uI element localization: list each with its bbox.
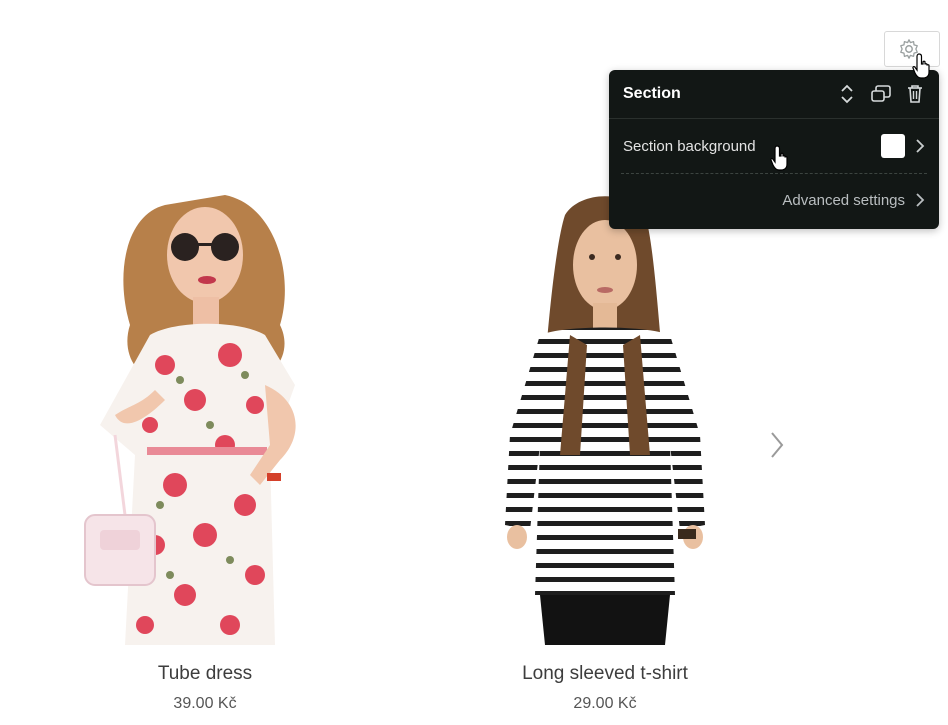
advanced-settings-link[interactable]: Advanced settings (609, 174, 939, 226)
duplicate-icon[interactable] (871, 84, 891, 104)
product-name[interactable]: Long sleeved t-shirt (455, 663, 755, 685)
gear-icon (900, 39, 918, 59)
chevron-right-icon (916, 139, 925, 153)
product-price: 29.00 Kč (573, 695, 637, 712)
product-price: 39.00 Kč (173, 695, 237, 712)
panel-header: Section (609, 70, 939, 119)
product-image-long-sleeved-t-shirt[interactable] (455, 185, 755, 645)
product-name[interactable]: Tube dress (55, 663, 355, 685)
advanced-settings-label: Advanced settings (782, 191, 905, 209)
section-settings-button[interactable] (884, 31, 940, 67)
panel-title: Section (623, 85, 681, 102)
trash-icon[interactable] (905, 84, 925, 104)
chevron-right-icon (771, 432, 784, 458)
reorder-arrows-icon[interactable] (837, 84, 857, 104)
section-settings-panel: Section Section background Advanced sett… (609, 70, 939, 229)
carousel-next-button[interactable] (762, 425, 792, 465)
product-image-tube-dress[interactable] (55, 185, 355, 645)
chevron-right-icon (916, 193, 925, 207)
section-background-row[interactable]: Section background (609, 119, 939, 173)
background-color-swatch[interactable] (881, 134, 905, 158)
section-background-label: Section background (623, 137, 756, 155)
